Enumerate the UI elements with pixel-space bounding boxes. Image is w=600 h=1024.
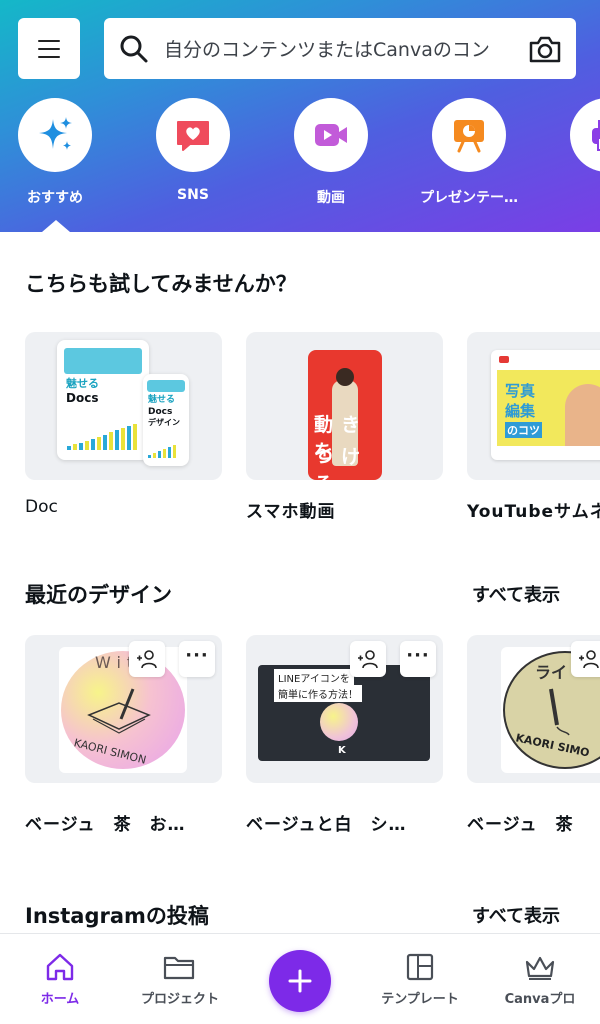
nav-templates-label: テンプレート	[381, 992, 459, 1007]
share-collaborators-button[interactable]	[571, 641, 600, 677]
recent-card-2[interactable]: LINEアイコンを 簡単に作る方法！ K ···	[246, 635, 443, 783]
category-print[interactable]: 印	[570, 98, 600, 207]
suggest-title: こちらも試してみませんか？	[25, 272, 297, 296]
category-video[interactable]: 動画	[294, 98, 432, 207]
category-label: プレゼンテー…	[420, 190, 518, 206]
add-people-icon	[137, 650, 157, 669]
recent-card-1[interactable]: Wit KAORI SIMON ···	[25, 635, 222, 783]
search-input[interactable]: 自分のコンテンツまたはCanvaのコン	[164, 35, 522, 62]
doc-page-art: 魅せる Docs	[57, 340, 149, 460]
share-collaborators-button[interactable]	[350, 641, 386, 677]
nav-home-label: ホーム	[40, 992, 80, 1007]
more-icon: ···	[185, 645, 209, 666]
plus-icon	[288, 969, 312, 993]
category-row: おすすめ SNS 動画 プレゼンテー…	[18, 98, 600, 207]
category-presentation[interactable]: プレゼンテー…	[420, 98, 570, 207]
more-options-button[interactable]: ···	[179, 641, 215, 677]
category-label: 動画	[317, 190, 345, 206]
suggest-card-phone-video[interactable]: 動きを つける	[246, 332, 443, 480]
design-thumbnail: LINEアイコンを 簡単に作る方法！ K	[258, 665, 430, 761]
recent-label-1: ベージュ 茶 お…	[25, 815, 186, 835]
instagram-see-all-link[interactable]: すべて表示	[472, 902, 560, 928]
search-bar[interactable]: 自分のコンテンツまたはCanvaのコン	[104, 18, 576, 79]
video-camera-icon	[315, 124, 347, 146]
category-label: 印	[570, 187, 600, 207]
crown-icon	[525, 956, 555, 980]
template-icon	[406, 953, 434, 981]
category-sns[interactable]: SNS	[156, 98, 294, 207]
home-icon	[46, 953, 74, 981]
category-label: SNS	[177, 187, 209, 203]
create-design-button[interactable]	[269, 950, 331, 1012]
menu-button[interactable]	[18, 18, 80, 79]
phone-video-art: 動きを つける	[308, 350, 382, 480]
recent-see-all-link[interactable]: すべて表示	[472, 581, 560, 607]
print-icon	[592, 120, 600, 151]
recent-title: 最近のデザイン	[25, 583, 172, 607]
add-people-icon	[579, 650, 599, 669]
bottom-nav: ホーム プロジェクト テンプレート Canvaプロ	[0, 933, 600, 1024]
more-icon: ···	[406, 645, 430, 666]
nav-templates[interactable]: テンプレート	[360, 952, 480, 1007]
nav-canva-pro[interactable]: Canvaプロ	[480, 952, 600, 1007]
notebook-pen-art	[87, 688, 151, 734]
pen-art	[549, 688, 570, 736]
add-people-icon	[358, 650, 378, 669]
suggest-label-youtube: YouTubeサムネ…	[467, 502, 600, 522]
more-options-button[interactable]: ···	[400, 641, 436, 677]
recent-card-3[interactable]: ライ KAORI SIMO	[467, 635, 600, 783]
hamburger-icon	[38, 39, 60, 58]
nav-home[interactable]: ホーム	[0, 952, 120, 1007]
doc-phone-art: 魅せる Docs デザイン	[143, 374, 189, 466]
presentation-icon	[454, 120, 484, 153]
nav-canva-pro-label: Canvaプロ	[504, 992, 576, 1007]
camera-icon[interactable]	[528, 34, 562, 64]
category-label: おすすめ	[27, 190, 83, 206]
folder-icon	[163, 956, 195, 980]
header: 自分のコンテンツまたはCanvaのコン おすすめ SNS 動画 プレゼンテー…	[0, 0, 600, 232]
heart-chat-icon	[177, 121, 209, 151]
nav-projects-label: プロジェクト	[140, 992, 219, 1007]
search-icon	[120, 35, 148, 62]
selected-indicator	[42, 220, 70, 232]
recent-label-3: ベージュ 茶	[467, 815, 574, 835]
instagram-title: Instagramの投稿	[25, 904, 209, 928]
suggest-label-phone-video: スマホ動画	[246, 502, 336, 522]
sparkle-icon	[39, 117, 72, 150]
category-recommended[interactable]: おすすめ	[18, 98, 156, 207]
recent-label-2: ベージュと白 シ…	[246, 815, 407, 835]
suggest-card-youtube[interactable]: 写真 編集 のコツ	[467, 332, 600, 480]
suggest-card-doc[interactable]: 魅せる Docs 魅せる Docs デザイン	[25, 332, 222, 480]
nav-projects[interactable]: プロジェクト	[120, 952, 240, 1007]
share-collaborators-button[interactable]	[129, 641, 165, 677]
youtube-art: 写真 編集 のコツ	[491, 350, 600, 460]
suggest-label-doc: Doc	[25, 497, 58, 517]
